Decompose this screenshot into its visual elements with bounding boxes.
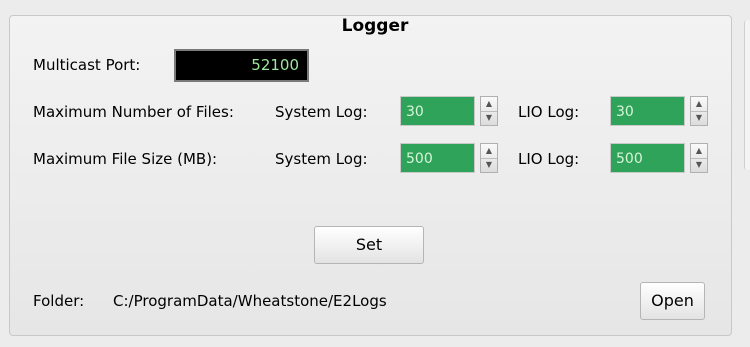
max-size-lio-label: LIO Log: <box>518 150 580 168</box>
spin-down-icon[interactable]: ▼ <box>481 158 497 172</box>
max-files-system-label: System Log: <box>275 103 368 121</box>
spin-up-icon[interactable]: ▲ <box>481 144 497 159</box>
multicast-port-label: Multicast Port: <box>33 56 141 74</box>
spin-down-icon[interactable]: ▼ <box>691 111 707 125</box>
set-button[interactable]: Set <box>314 226 424 264</box>
max-files-lio-label: LIO Log: <box>518 103 580 121</box>
folder-path: C:/ProgramData/Wheatstone/E2Logs <box>113 292 387 310</box>
max-files-label: Maximum Number of Files: <box>33 103 234 121</box>
max-files-system-spin-arrows[interactable]: ▲ ▼ <box>480 96 498 126</box>
max-size-label: Maximum File Size (MB): <box>33 150 218 168</box>
spin-down-icon[interactable]: ▼ <box>481 111 497 125</box>
vertical-scrollbar[interactable] <box>744 20 750 170</box>
spin-up-icon[interactable]: ▲ <box>481 97 497 112</box>
multicast-port-input[interactable]: 52100 <box>174 49 309 82</box>
max-size-system-spin-arrows[interactable]: ▲ ▼ <box>480 143 498 173</box>
folder-label: Folder: <box>33 292 85 310</box>
spin-up-icon[interactable]: ▲ <box>691 97 707 112</box>
max-files-lio-spin-arrows[interactable]: ▲ ▼ <box>690 96 708 126</box>
spin-down-icon[interactable]: ▼ <box>691 158 707 172</box>
max-size-system-value[interactable]: 500 <box>400 143 475 173</box>
max-files-system-value[interactable]: 30 <box>400 96 475 126</box>
max-size-lio-spin-arrows[interactable]: ▲ ▼ <box>690 143 708 173</box>
panel-title: Logger <box>341 16 409 36</box>
max-size-system-label: System Log: <box>275 150 368 168</box>
max-size-lio-value[interactable]: 500 <box>610 143 685 173</box>
spin-up-icon[interactable]: ▲ <box>691 144 707 159</box>
open-folder-button[interactable]: Open <box>640 282 705 320</box>
max-files-lio-value[interactable]: 30 <box>610 96 685 126</box>
